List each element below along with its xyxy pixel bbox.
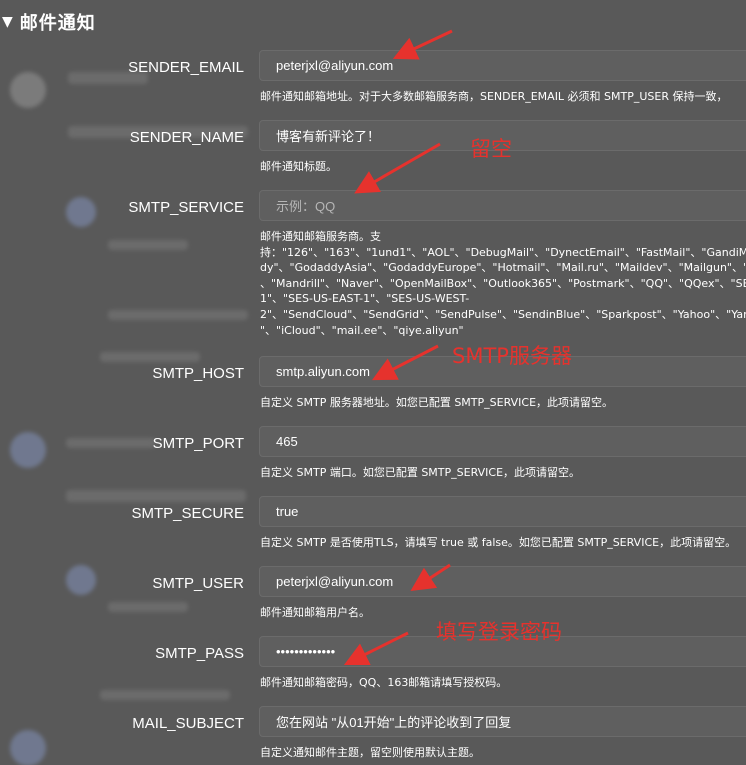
smtp-host-label: SMTP_HOST <box>152 365 244 382</box>
smtp-port-label: SMTP_PORT <box>152 435 244 452</box>
smtp-user-help: 邮件通知邮箱用户名。 <box>260 606 370 619</box>
smtp-user-label: SMTP_USER <box>152 575 244 592</box>
smtp-service-label: SMTP_SERVICE <box>128 199 244 216</box>
smtp-port-help: 自定义 SMTP 端口。如您已配置 SMTP_SERVICE，此项请留空。 <box>260 466 581 479</box>
smtp-service-input[interactable]: 示例：QQ <box>259 190 746 221</box>
smtp-host-help: 自定义 SMTP 服务器地址。如您已配置 SMTP_SERVICE，此项请留空。 <box>260 396 614 409</box>
triangle-down-icon[interactable]: ▼ <box>2 14 14 30</box>
smtp-service-help-4: 、"Mandrill"、"Naver"、"OpenMailBox"、"Outlo… <box>260 277 746 290</box>
smtp-secure-help: 自定义 SMTP 是否使用TLS，请填写 true 或 false。如您已配置 … <box>260 536 737 549</box>
smtp-service-help-7: "、"iCloud"、"mail.ee"、"qiye.aliyun" <box>260 324 464 337</box>
smtp-service-help-3: dy"、"GodaddyAsia"、"GodaddyEurope"、"Hotma… <box>260 261 746 274</box>
smtp-service-help-6: 2"、"SendCloud"、"SendGrid"、"SendPulse"、"S… <box>260 308 746 321</box>
mail-subject-input[interactable]: 您在网站 "从01开始"上的评论收到了回复 <box>259 706 746 737</box>
annotation-fill-password: 填写登录密码 <box>436 620 562 644</box>
sender-name-label: SENDER_NAME <box>129 129 244 146</box>
smtp-pass-help: 邮件通知邮箱密码，QQ、163邮箱请填写授权码。 <box>260 676 508 689</box>
section-header[interactable]: ▼ 邮件通知 <box>0 8 96 36</box>
annotation-smtp-server: SMTP服务器 <box>452 344 572 368</box>
smtp-port-input[interactable]: 465 <box>259 426 746 457</box>
sender-email-label: SENDER_EMAIL <box>128 59 244 76</box>
section-title: 邮件通知 <box>19 13 96 34</box>
mail-subject-help: 自定义通知邮件主题，留空则使用默认主题。 <box>260 746 480 759</box>
smtp-service-help-5: 1"、"SES-US-EAST-1"、"SES-US-WEST- <box>260 292 470 305</box>
sender-name-help: 邮件通知标题。 <box>260 160 337 173</box>
annotation-leave-blank: 留空 <box>470 137 512 161</box>
smtp-service-help-2: 持："126"、"163"、"1und1"、"AOL"、"DebugMail"、… <box>260 246 746 259</box>
smtp-user-input[interactable]: peterjxl@aliyun.com <box>259 566 746 597</box>
sender-email-help: 邮件通知邮箱地址。对于大多数邮箱服务商，SENDER_EMAIL 必须和 SMT… <box>260 90 728 103</box>
smtp-secure-input[interactable]: true <box>259 496 746 527</box>
smtp-service-help-1: 邮件通知邮箱服务商。支 <box>260 230 381 243</box>
smtp-secure-label: SMTP_SECURE <box>131 505 244 522</box>
smtp-pass-label: SMTP_PASS <box>155 645 244 662</box>
sender-email-input[interactable]: peterjxl@aliyun.com <box>259 50 746 81</box>
mail-subject-label: MAIL_SUBJECT <box>132 715 244 732</box>
